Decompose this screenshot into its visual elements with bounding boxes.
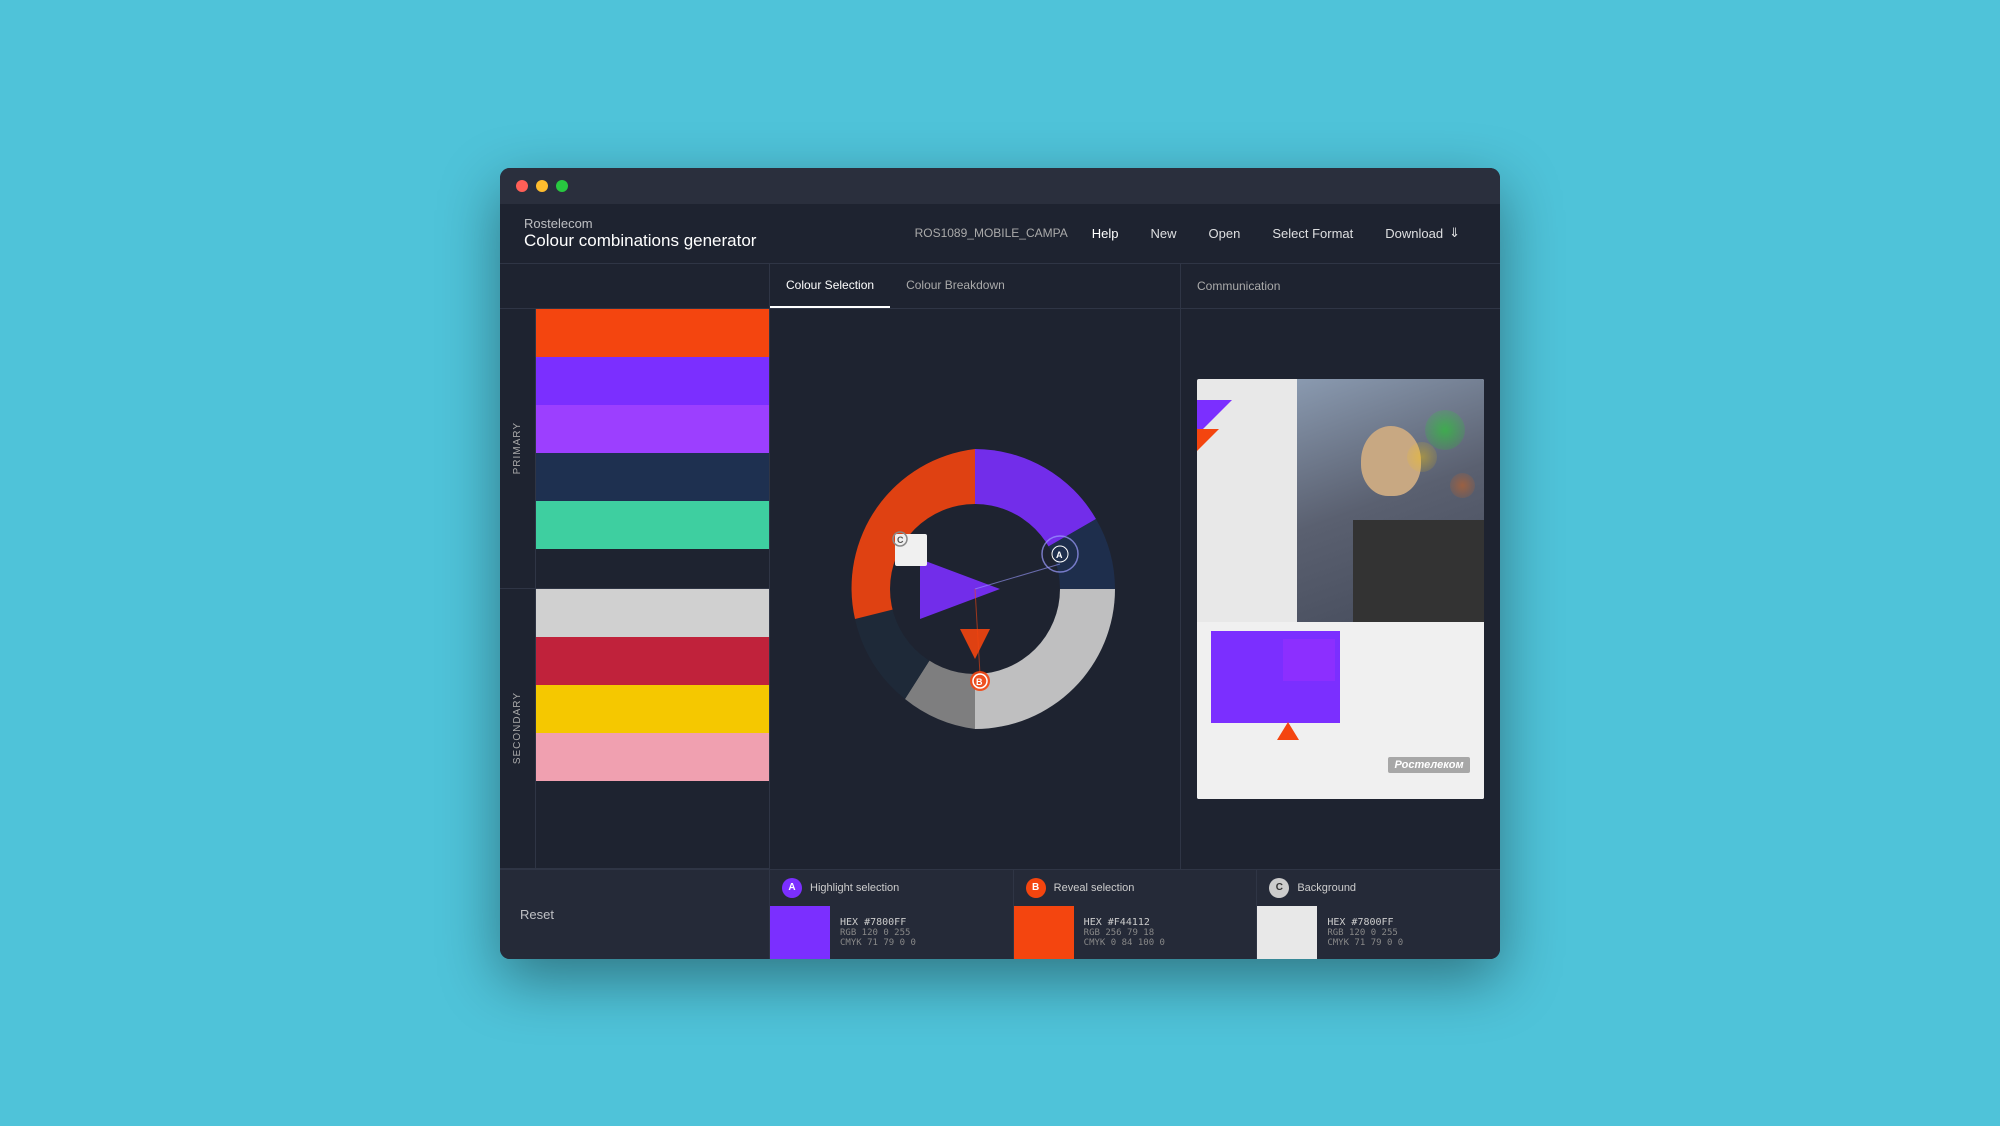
tab-sidebar-spacer [500, 264, 770, 308]
highlight-rgb: RGB 120 0 255 [840, 928, 916, 938]
brand-name: Rostelecom [524, 216, 915, 231]
reveal-info: HEX #F44112 RGB 256 79 18 CMYK 0 84 100 … [1074, 906, 1175, 959]
communication-tab-label: Communication [1197, 279, 1280, 293]
app-window: Rostelecom Colour combinations generator… [500, 168, 1500, 959]
secondary-label-wrapper: Secondary [500, 589, 536, 868]
comm-preview-wrapper: Ростелеком [1181, 309, 1500, 869]
file-name: ROS1089_MOBILE_CAMPA [915, 226, 1068, 240]
titlebar [500, 168, 1500, 204]
background-info: HEX #7800FF RGB 120 0 255 CMYK 71 79 0 0 [1317, 906, 1413, 959]
background-label: Background [1297, 882, 1356, 894]
swatch-pink[interactable] [536, 733, 769, 781]
reset-button[interactable]: Reset [520, 907, 554, 922]
swatch-lightgray[interactable] [536, 589, 769, 637]
tab-colour-selection-label: Colour Selection [786, 278, 874, 292]
highlight-info: HEX #7800FF RGB 120 0 255 CMYK 71 79 0 0 [830, 906, 926, 959]
tabs-container: Colour Selection Colour Breakdown Commun… [500, 264, 1500, 309]
primary-label-wrapper: Primary [500, 309, 536, 588]
app-header: Rostelecom Colour combinations generator… [500, 204, 1500, 264]
preview-logo: Ростелеком [1388, 757, 1469, 773]
badge-b: B [1026, 878, 1046, 898]
donut-svg: A B C [805, 419, 1145, 759]
open-button[interactable]: Open [1193, 218, 1257, 249]
reveal-cmyk: CMYK 0 84 100 0 [1084, 938, 1165, 948]
swatch-darkblue[interactable] [536, 453, 769, 501]
bottom-selections: A Highlight selection HEX #7800FF RGB 12… [770, 870, 1500, 959]
reveal-body: HEX #F44112 RGB 256 79 18 CMYK 0 84 100 … [1014, 906, 1257, 959]
highlight-color-block [770, 906, 830, 959]
highlight-cmyk: CMYK 71 79 0 0 [840, 938, 916, 948]
highlight-label: Highlight selection [810, 882, 899, 894]
reveal-selection: B Reveal selection HEX #F44112 RGB 256 7… [1014, 870, 1258, 959]
swatch-purple[interactable] [536, 357, 769, 405]
background-color-block [1257, 906, 1317, 959]
svg-text:C: C [897, 535, 904, 545]
comm-preview-card: Ростелеком [1197, 379, 1484, 799]
preview-orange-triangle [1277, 722, 1299, 740]
highlight-header: A Highlight selection [770, 870, 1013, 906]
secondary-swatches [536, 589, 769, 868]
svg-text:A: A [1056, 550, 1063, 560]
swatch-crimson[interactable] [536, 637, 769, 685]
highlight-body: HEX #7800FF RGB 120 0 255 CMYK 71 79 0 0 [770, 906, 1013, 959]
bokeh-orange [1450, 473, 1475, 498]
primary-section: Primary [500, 309, 769, 589]
secondary-section: Secondary [500, 589, 769, 869]
reveal-label: Reveal selection [1054, 882, 1135, 894]
donut-chart[interactable]: A B C [805, 419, 1145, 759]
bottom-sidebar: Reset [500, 870, 770, 959]
reveal-hex: HEX #F44112 [1084, 917, 1165, 928]
select-format-button[interactable]: Select Format [1256, 218, 1369, 249]
tabs: Colour Selection Colour Breakdown [770, 264, 1180, 308]
bokeh-green [1425, 410, 1465, 450]
secondary-label: Secondary [506, 684, 529, 772]
reveal-header: B Reveal selection [1014, 870, 1257, 906]
background-body: HEX #7800FF RGB 120 0 255 CMYK 71 79 0 0 [1257, 906, 1500, 959]
minimize-dot[interactable] [536, 180, 548, 192]
background-cmyk: CMYK 71 79 0 0 [1327, 938, 1403, 948]
highlight-selection: A Highlight selection HEX #7800FF RGB 12… [770, 870, 1014, 959]
primary-swatches [536, 309, 769, 588]
background-selection: C Background HEX #7800FF RGB 120 0 255 C… [1257, 870, 1500, 959]
new-button[interactable]: New [1135, 218, 1193, 249]
background-hex: HEX #7800FF [1327, 917, 1403, 928]
color-sidebar: Primary Secondary [500, 309, 770, 869]
tab-colour-breakdown-label: Colour Breakdown [906, 278, 1005, 292]
reveal-color-block [1014, 906, 1074, 959]
communication-panel: Ростелеком [1180, 309, 1500, 869]
swatch-orange[interactable] [536, 309, 769, 357]
help-button[interactable]: Help [1092, 226, 1119, 241]
swatch-yellow[interactable] [536, 685, 769, 733]
app-title: Colour combinations generator [524, 231, 915, 251]
nav-buttons: New Open Select Format Download ⇓ [1135, 217, 1476, 249]
primary-label: Primary [506, 414, 529, 482]
header-left: Rostelecom Colour combinations generator [524, 216, 915, 251]
close-dot[interactable] [516, 180, 528, 192]
tab-colour-selection[interactable]: Colour Selection [770, 264, 890, 308]
badge-a: A [782, 878, 802, 898]
background-header: C Background [1257, 870, 1500, 906]
reveal-rgb: RGB 256 79 18 [1084, 928, 1165, 938]
download-icon: ⇓ [1449, 225, 1460, 241]
bokeh-yellow [1407, 442, 1437, 472]
badge-c: C [1269, 878, 1289, 898]
svg-text:B: B [976, 677, 983, 687]
background-rgb: RGB 120 0 255 [1327, 928, 1403, 938]
download-button[interactable]: Download ⇓ [1369, 217, 1476, 249]
tab-colour-breakdown[interactable]: Colour Breakdown [890, 264, 1021, 308]
swatch-purple2[interactable] [536, 405, 769, 453]
preview-orange-corner [1197, 429, 1219, 451]
comm-tab: Communication [1180, 264, 1500, 308]
chart-area: A B C [770, 309, 1180, 869]
bottom-bar: Reset A Highlight selection HEX #7800FF … [500, 869, 1500, 959]
preview-purple-small [1283, 639, 1335, 681]
main-content: Primary Secondary [500, 309, 1500, 869]
header-right: ROS1089_MOBILE_CAMPA Help New Open Selec… [915, 217, 1476, 249]
highlight-hex: HEX #7800FF [840, 917, 916, 928]
swatch-mint[interactable] [536, 501, 769, 549]
maximize-dot[interactable] [556, 180, 568, 192]
